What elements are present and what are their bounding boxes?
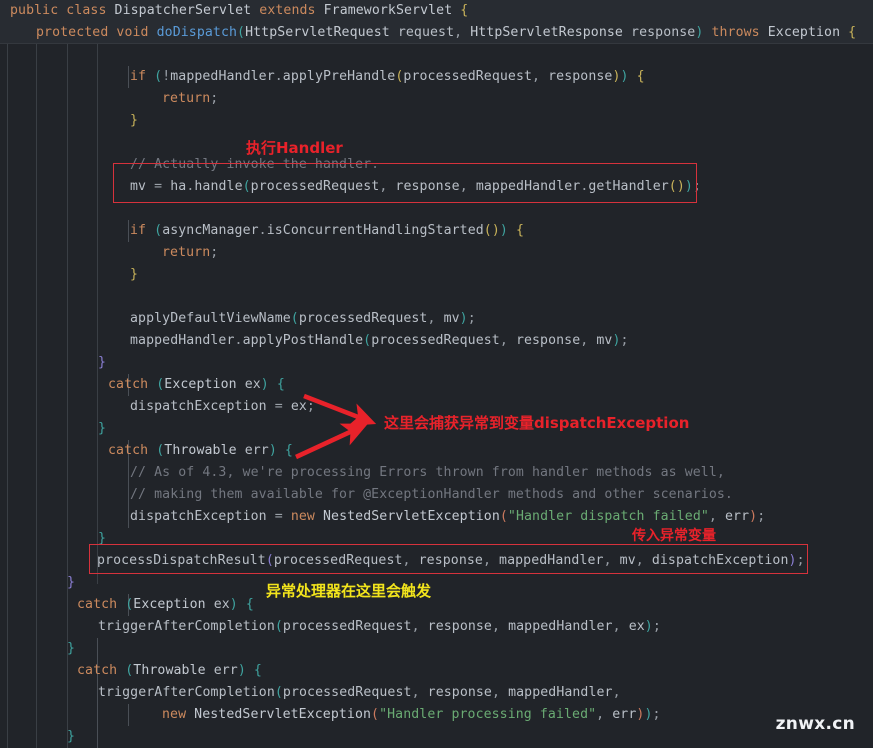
code-line: } [67, 641, 76, 656]
local-indent-guide-b [128, 220, 129, 242]
code-line: } [130, 267, 139, 282]
code-line-comment: // As of 4.3, we're processing Errors th… [130, 465, 725, 480]
code-line: triggerAfterCompletion(processedRequest,… [98, 685, 621, 700]
code-line: } [67, 575, 76, 590]
code-line-comment: // Actually invoke the handler. [130, 157, 380, 172]
code-line: catch (Exception ex) { [77, 597, 254, 612]
code-line: dispatchException = new NestedServletExc… [130, 509, 766, 524]
code-line: } [98, 355, 107, 370]
code-line-method-decl: protected void doDispatch(HttpServletReq… [36, 25, 857, 40]
code-line: applyDefaultViewName(processedRequest, m… [130, 311, 476, 326]
code-line: } [67, 729, 76, 744]
indent-guide-4 [97, 44, 98, 584]
code-line: return; [162, 245, 219, 260]
code-line: new NestedServletException("Handler proc… [162, 707, 661, 722]
code-header-band: public class DispatcherServlet extends F… [0, 0, 873, 44]
code-line: catch (Throwable err) { [77, 663, 262, 678]
code-line: } [98, 531, 107, 546]
code-line-comment: // making them available for @ExceptionH… [130, 487, 733, 502]
local-indent-guide-a [128, 66, 129, 88]
code-surface[interactable]: if (!mappedHandler.applyPreHandle(proces… [0, 44, 873, 748]
code-line-class-decl: public class DispatcherServlet extends F… [10, 3, 469, 18]
code-line: triggerAfterCompletion(processedRequest,… [98, 619, 661, 634]
watermark: znwx.cn [775, 714, 855, 734]
code-line: mappedHandler.applyPostHandle(processedR… [130, 333, 629, 348]
code-line: return; [162, 91, 219, 106]
local-indent-guide-g [128, 704, 129, 726]
indent-guide-1 [7, 44, 8, 748]
code-line: processDispatchResult(processedRequest, … [97, 553, 805, 568]
code-line: } [98, 421, 107, 436]
code-line: dispatchException = ex; [130, 399, 315, 414]
code-line: mv = ha.handle(processedRequest, respons… [130, 179, 701, 194]
indent-guide-2 [36, 44, 37, 748]
code-line: catch (Exception ex) { [108, 377, 285, 392]
code-line: catch (Throwable err) { [108, 443, 293, 458]
code-line: if (asyncManager.isConcurrentHandlingSta… [130, 223, 525, 238]
code-line: if (!mappedHandler.applyPreHandle(proces… [130, 69, 645, 84]
code-line: } [130, 113, 139, 128]
